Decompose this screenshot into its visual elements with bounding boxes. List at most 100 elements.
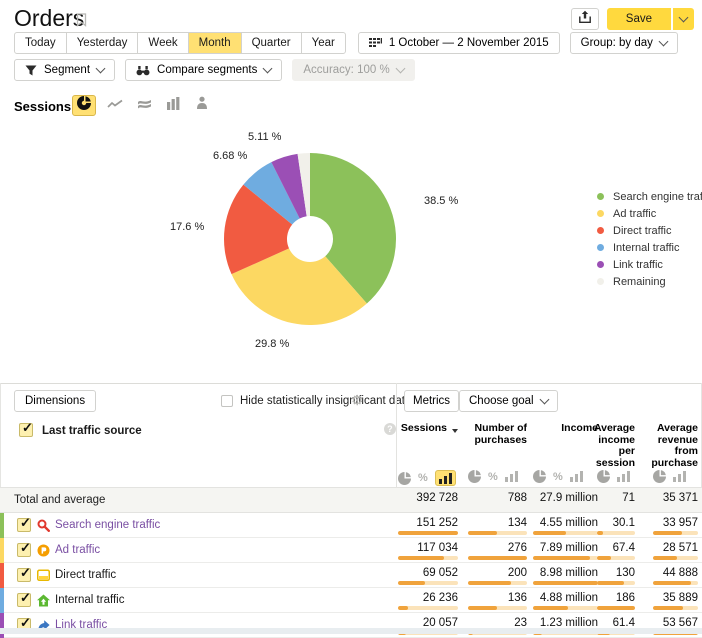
bars-view-icon[interactable]: [505, 471, 518, 482]
row-source-link[interactable]: Direct traffic: [55, 569, 116, 581]
bars-view-icon[interactable]: [570, 471, 583, 482]
cell-bar: [398, 581, 458, 585]
help-icon[interactable]: ?: [384, 423, 396, 435]
legend-item-direct-traffic[interactable]: Direct traffic: [597, 222, 702, 239]
cell-value: 186: [577, 592, 635, 604]
row-source-link[interactable]: Internal traffic: [55, 594, 124, 606]
range-tab-yesterday[interactable]: Yesterday: [66, 33, 138, 53]
chart-type-columns[interactable]: [163, 97, 183, 115]
column-header-2[interactable]: Number of purchases: [463, 423, 527, 446]
row-checkbox[interactable]: [17, 593, 31, 607]
person-icon: [196, 96, 208, 115]
chart-type-line[interactable]: [105, 97, 125, 115]
row-checkbox[interactable]: [17, 568, 31, 582]
legend-label: Search engine traffic: [613, 191, 702, 203]
calendar-icon: [369, 38, 382, 49]
metric-view-icons-3: %: [533, 470, 583, 483]
chart-type-visitors[interactable]: [192, 97, 212, 115]
legend-label: Link traffic: [613, 259, 663, 271]
cell-value: 392 728: [378, 492, 458, 504]
pie-view-icon[interactable]: [468, 470, 481, 483]
select-all-checkbox[interactable]: [19, 423, 33, 437]
chart-type-stacked-area[interactable]: [134, 97, 154, 115]
chevron-down-icon: [395, 64, 405, 74]
legend-item-search-engine-traffic[interactable]: Search engine traffic: [597, 188, 702, 205]
share-button[interactable]: [571, 8, 599, 30]
save-dropdown-button[interactable]: [673, 8, 694, 30]
compare-segments-button[interactable]: Compare segments: [125, 59, 282, 81]
row-source-link[interactable]: Search engine traffic: [55, 519, 160, 531]
cell-bar-fill: [533, 581, 598, 585]
cell-bar: [533, 556, 598, 560]
column-header-5[interactable]: Average revenue from purchase: [642, 423, 698, 469]
range-tab-today[interactable]: Today: [15, 33, 66, 53]
row-checkbox[interactable]: [17, 518, 31, 532]
bars-view-icon[interactable]: [673, 471, 686, 482]
range-tab-year[interactable]: Year: [301, 33, 345, 53]
group-by-label: Group: by day: [581, 37, 653, 49]
choose-goal-button[interactable]: Choose goal: [459, 390, 558, 412]
horizontal-scrollbar-track[interactable]: [0, 628, 702, 634]
row-color-stripe: [0, 538, 4, 563]
legend-item-ad-traffic[interactable]: Ad traffic: [597, 205, 702, 222]
row-checkbox[interactable]: [17, 543, 31, 557]
cell-bar: [398, 556, 458, 560]
date-range-button[interactable]: 1 October — 2 November 2015: [358, 32, 560, 54]
hide-insignificant-checkbox[interactable]: [221, 395, 233, 407]
chart-type-pie-selected[interactable]: [72, 95, 96, 116]
percent-view-icon[interactable]: %: [418, 472, 428, 484]
sort-desc-icon: [452, 429, 458, 433]
column-header-1[interactable]: ?Sessions: [368, 423, 458, 435]
range-tabs: TodayYesterdayWeekMonthQuarterYear: [14, 32, 346, 54]
bookmark-icon[interactable]: [76, 13, 87, 32]
row-color-stripe: [0, 613, 4, 638]
pie-view-icon[interactable]: [533, 470, 546, 483]
accuracy-button[interactable]: Accuracy: 100 %: [292, 59, 414, 81]
cell-value: 44 888: [633, 567, 698, 579]
metric-view-icons-5: [653, 470, 686, 483]
legend-item-internal-traffic[interactable]: Internal traffic: [597, 239, 702, 256]
gear-icon[interactable]: ⚙: [351, 393, 364, 407]
cell-bar-fill: [653, 581, 691, 585]
legend-item-link-traffic[interactable]: Link traffic: [597, 256, 702, 273]
range-tab-quarter[interactable]: Quarter: [241, 33, 301, 53]
legend-item-remaining[interactable]: Remaining: [597, 273, 702, 290]
column-header-4[interactable]: Average income per session: [583, 423, 635, 469]
range-tab-month[interactable]: Month: [188, 33, 241, 53]
cell-value: 130: [577, 567, 635, 579]
cell-bar-fill: [653, 556, 677, 560]
segment-button[interactable]: Segment: [14, 59, 115, 81]
table-top-border: [0, 383, 702, 384]
save-button[interactable]: Save: [607, 8, 671, 30]
legend-label: Direct traffic: [613, 225, 671, 237]
pie-percent-label: 5.11 %: [248, 131, 281, 143]
accuracy-label: Accuracy: 100 %: [303, 64, 389, 76]
range-tab-week[interactable]: Week: [137, 33, 187, 53]
dimensions-button[interactable]: Dimensions: [14, 390, 96, 412]
cell-bar: [398, 606, 458, 610]
pie-view-icon[interactable]: [398, 472, 411, 485]
cell-bar-fill: [468, 606, 497, 610]
window-icon: [37, 569, 50, 582]
group-by-button[interactable]: Group: by day: [570, 32, 678, 54]
percent-view-icon[interactable]: %: [553, 471, 563, 483]
row-color-stripe: [0, 513, 4, 538]
bars-view-icon[interactable]: [617, 471, 630, 482]
cell-bar-fill: [533, 606, 568, 610]
cell-value: 28 571: [633, 542, 698, 554]
pie-view-icon[interactable]: [653, 470, 666, 483]
cell-value: 30.1: [577, 517, 635, 529]
line-chart-icon: [107, 97, 123, 115]
cell-bar: [597, 606, 635, 610]
binoculars-icon: [136, 65, 150, 76]
pie-view-icon[interactable]: [597, 470, 610, 483]
date-toolbar: TodayYesterdayWeekMonthQuarterYear 1 Oct…: [14, 32, 678, 54]
funnel-icon: [25, 65, 37, 76]
chart-legend: Search engine traffic Ad traffic Direct tr…: [597, 188, 702, 290]
total-row: Total and average392 72878827.9 million7…: [0, 488, 702, 513]
cell-bar-fill: [398, 531, 458, 535]
metrics-button[interactable]: Metrics: [404, 390, 459, 412]
bars-view-icon-selected[interactable]: [435, 470, 456, 486]
row-source-link[interactable]: Ad traffic: [55, 544, 100, 556]
percent-view-icon[interactable]: %: [488, 471, 498, 483]
